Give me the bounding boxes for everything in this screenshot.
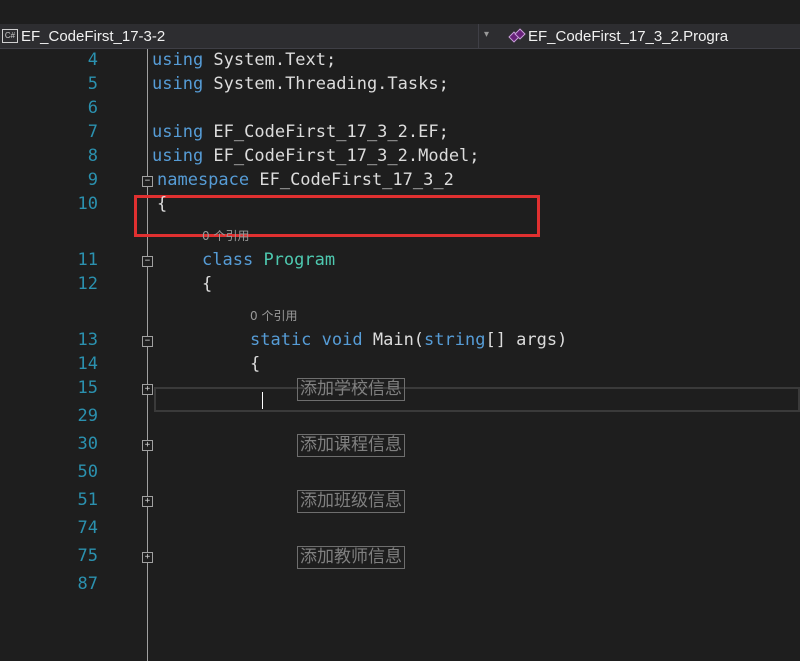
collapsed-region[interactable]: 添加课程信息 [297, 434, 405, 457]
line-number: 15 [77, 378, 98, 398]
code-text[interactable]: static void Main(string[] args) [250, 329, 567, 352]
code-line[interactable]: 74 [0, 517, 800, 540]
line-number: 11 [77, 250, 98, 270]
code-line[interactable]: 75 添加教师信息 + [0, 545, 800, 569]
collapsed-region[interactable]: 添加教师信息 [297, 546, 405, 569]
keyword-token: void [321, 330, 363, 350]
code-line[interactable]: 15 添加学校信息 + [0, 377, 800, 401]
line-number: 4 [87, 50, 98, 70]
collapse-icon[interactable]: − [142, 336, 153, 347]
expand-icon[interactable]: + [142, 384, 153, 395]
code-text[interactable]: using System.Threading.Tasks; [152, 73, 449, 96]
line-number: 6 [87, 98, 98, 118]
navigation-bar: C# EF_CodeFirst_17-3-2 ▾ EF_CodeFirst_17… [0, 24, 800, 49]
code-line[interactable]: 8 using EF_CodeFirst_17_3_2.Model; [0, 145, 800, 168]
keyword-token: namespace [157, 170, 250, 190]
chevron-down-icon[interactable]: ▾ [484, 29, 489, 40]
keyword-token: using [152, 74, 204, 94]
code-line[interactable]: 13 0 个引用 static void Main(string[] args) − [0, 309, 800, 352]
keyword-token: using [152, 122, 204, 142]
code-line[interactable]: 87 [0, 573, 800, 596]
code-token: { [250, 354, 261, 374]
collapse-icon[interactable]: − [142, 256, 153, 267]
code-token: Main( [362, 330, 425, 350]
code-line[interactable]: 50 [0, 461, 800, 484]
code-text[interactable]: class Program [202, 249, 335, 272]
expand-icon[interactable]: + [142, 552, 153, 563]
code-token: System.Text; [203, 50, 337, 70]
collapsed-region[interactable]: 添加学校信息 [297, 378, 405, 401]
code-text[interactable]: using System.Text; [152, 49, 336, 72]
code-token: { [202, 274, 213, 294]
code-token: EF_CodeFirst_17_3_2.Model; [203, 146, 480, 166]
code-line[interactable]: 7 using EF_CodeFirst_17_3_2.EF; [0, 121, 800, 144]
code-token: System.Threading.Tasks; [203, 74, 449, 94]
line-number: 74 [77, 518, 98, 538]
code-text[interactable]: using EF_CodeFirst_17_3_2.EF; [152, 121, 449, 144]
code-text[interactable]: { [202, 273, 212, 296]
code-token: [] args) [485, 330, 568, 350]
code-line[interactable]: 11 0 个引用 class Program − [0, 229, 800, 272]
keyword-token: static [250, 330, 312, 350]
code-line[interactable]: 9 namespace EF_CodeFirst_17_3_2− [0, 169, 800, 192]
type-token: Program [263, 250, 336, 270]
line-number: 30 [77, 434, 98, 454]
code-line[interactable]: 14 { [0, 353, 800, 376]
project-selector[interactable]: C# EF_CodeFirst_17-3-2 [2, 27, 165, 45]
code-line[interactable]: 12 { [0, 273, 800, 296]
line-number: 75 [77, 546, 98, 566]
expand-icon[interactable]: + [142, 440, 153, 451]
expand-icon[interactable]: + [142, 496, 153, 507]
line-number: 5 [87, 74, 98, 94]
collapse-icon[interactable]: − [142, 176, 153, 187]
code-editor[interactable]: 4 using System.Text; 5 using System.Threadi… [0, 49, 800, 661]
line-number: 8 [87, 146, 98, 166]
code-token: EF_CodeFirst_17_3_2 [249, 170, 454, 190]
code-text[interactable]: { [157, 193, 167, 216]
keyword-token: class [202, 250, 254, 270]
keyword-token: using [152, 50, 204, 70]
type-selector[interactable]: EF_CodeFirst_17_3_2.Progra [508, 27, 728, 45]
code-line[interactable]: 4 using System.Text; [0, 49, 800, 72]
code-text[interactable]: { [250, 353, 260, 376]
class-icon [508, 28, 526, 43]
code-line[interactable]: 51 添加班级信息 + [0, 489, 800, 513]
code-token: EF_CodeFirst_17_3_2.EF; [203, 122, 449, 142]
line-number: 14 [77, 354, 98, 374]
code-line[interactable]: 10 { [0, 193, 800, 216]
line-number: 10 [77, 194, 98, 214]
line-number: 51 [77, 490, 98, 510]
code-lens-references[interactable]: 0 个引用 [202, 227, 249, 244]
line-number: 29 [77, 406, 98, 426]
code-line[interactable]: 29 [0, 405, 800, 428]
project-name: EF_CodeFirst_17-3-2 [21, 27, 166, 45]
line-number: 13 [77, 330, 98, 350]
type-name: EF_CodeFirst_17_3_2.Progra [528, 27, 729, 45]
line-number: 87 [77, 574, 98, 594]
code-line[interactable]: 30 添加课程信息 + [0, 433, 800, 457]
code-token: { [157, 194, 168, 214]
code-lens-references[interactable]: 0 个引用 [250, 307, 297, 324]
code-line[interactable]: 5 using System.Threading.Tasks; [0, 73, 800, 96]
keyword-token: using [152, 146, 204, 166]
keyword-token: string [424, 330, 486, 350]
csharp-project-icon: C# [2, 29, 18, 43]
line-number: 50 [77, 462, 98, 482]
code-line[interactable]: 6 [0, 97, 800, 120]
code-text[interactable]: namespace EF_CodeFirst_17_3_2 [157, 169, 454, 192]
line-number: 9 [87, 170, 98, 190]
line-number: 7 [87, 122, 98, 142]
code-text[interactable]: using EF_CodeFirst_17_3_2.Model; [152, 145, 480, 168]
line-number: 12 [77, 274, 98, 294]
collapsed-region[interactable]: 添加班级信息 [297, 490, 405, 513]
navbar-divider [478, 24, 479, 48]
